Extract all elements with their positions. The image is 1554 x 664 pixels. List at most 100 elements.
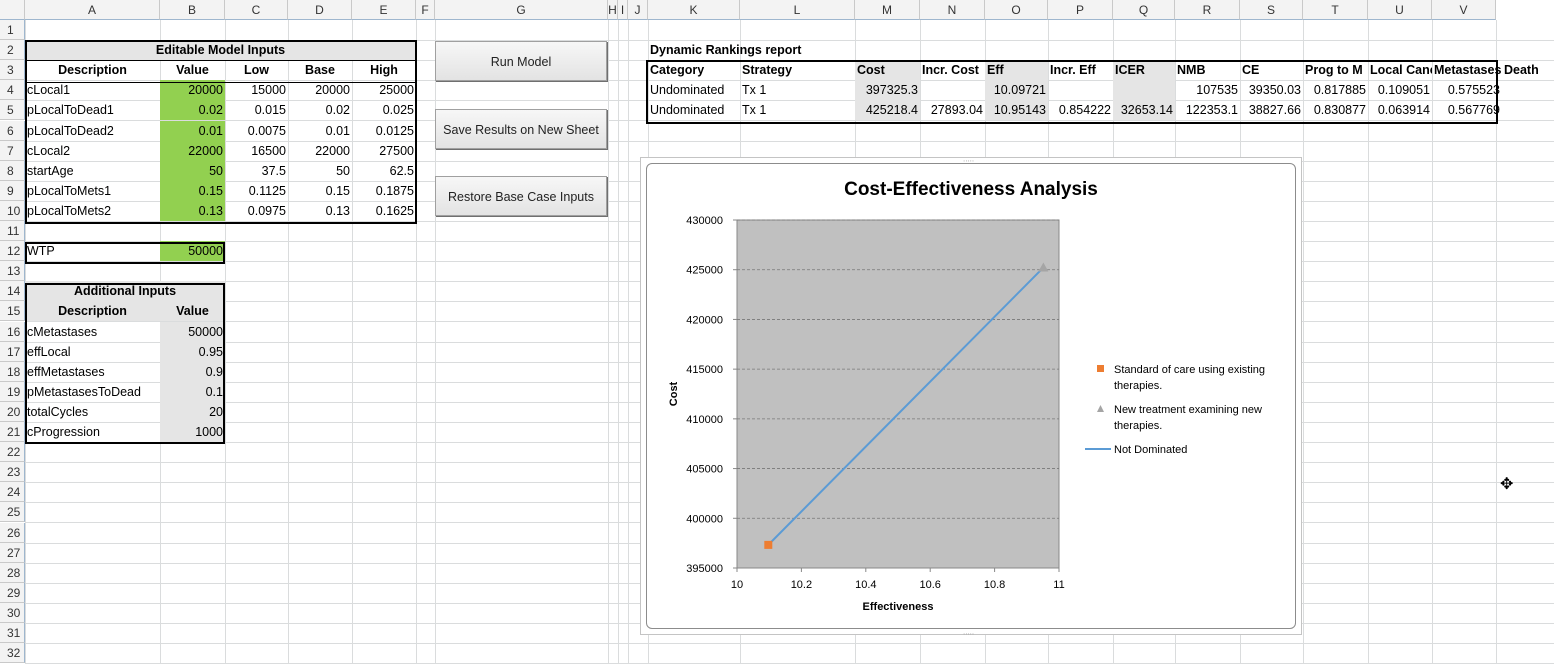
input-value-cell[interactable]: 0.01 <box>160 121 225 141</box>
row-header-24[interactable]: 24 <box>0 482 25 502</box>
input-value-cell[interactable]: 0.02 <box>160 100 225 120</box>
report-cell[interactable]: 397325.3 <box>855 80 920 100</box>
inputs-title[interactable]: Editable Model Inputs <box>25 40 416 60</box>
input-description-cell[interactable]: cLocal2 <box>25 141 160 161</box>
row-header-10[interactable]: 10 <box>0 201 25 221</box>
report-cell[interactable]: 425218.4 <box>855 100 920 120</box>
report-header-12[interactable]: Death <box>1502 60 1554 80</box>
row-header-13[interactable]: 13 <box>0 261 25 281</box>
report-header-10[interactable]: Local Canc <box>1368 60 1432 80</box>
report-cell[interactable]: 122353.1 <box>1175 100 1240 120</box>
report-cell[interactable]: Tx 1 <box>740 80 855 100</box>
input-value-cell[interactable]: 0.1625 <box>352 201 416 221</box>
input-value-cell[interactable]: 0.0125 <box>352 121 416 141</box>
row-header-30[interactable]: 30 <box>0 603 25 623</box>
report-header-11[interactable]: Metastases <box>1432 60 1502 80</box>
input-value-cell[interactable]: 22000 <box>160 141 225 161</box>
row-header-7[interactable]: 7 <box>0 141 25 161</box>
input-value-cell[interactable]: 0.15 <box>288 181 352 201</box>
row-header-32[interactable]: 32 <box>0 643 25 663</box>
input-value-cell[interactable]: 0.015 <box>225 100 288 120</box>
report-header-6[interactable]: ICER <box>1113 60 1175 80</box>
column-header-g[interactable]: G <box>435 0 608 20</box>
column-header-m[interactable]: M <box>855 0 920 20</box>
inputs-header[interactable]: Value <box>160 60 225 80</box>
report-header-2[interactable]: Cost <box>855 60 920 80</box>
row-header-3[interactable]: 3 <box>0 60 25 80</box>
save-results-button[interactable]: Save Results on New Sheet <box>435 109 607 149</box>
report-cell[interactable]: Tx 1 <box>740 100 855 120</box>
additional-value-cell[interactable]: 0.95 <box>160 342 225 362</box>
row-header-9[interactable]: 9 <box>0 181 25 201</box>
input-value-cell[interactable]: 16500 <box>225 141 288 161</box>
additional-value-cell[interactable]: 1000 <box>160 422 225 442</box>
column-header-e[interactable]: E <box>352 0 416 20</box>
row-header-23[interactable]: 23 <box>0 462 25 482</box>
additional-value-cell[interactable]: 20 <box>160 402 225 422</box>
input-value-cell[interactable]: 0.13 <box>288 201 352 221</box>
row-header-15[interactable]: 15 <box>0 301 25 321</box>
restore-base-case-button[interactable]: Restore Base Case Inputs <box>435 176 607 216</box>
input-description-cell[interactable]: pLocalToMets2 <box>25 201 160 221</box>
report-cell[interactable]: 0.575523 <box>1432 80 1502 100</box>
column-header-u[interactable]: U <box>1368 0 1432 20</box>
report-header-8[interactable]: CE <box>1240 60 1303 80</box>
column-header-a[interactable]: A <box>25 0 160 20</box>
column-header-h[interactable]: H <box>608 0 618 20</box>
input-value-cell[interactable]: 0.15 <box>160 181 225 201</box>
row-header-11[interactable]: 11 <box>0 221 25 241</box>
row-header-2[interactable]: 2 <box>0 40 25 60</box>
select-all-corner[interactable] <box>0 0 25 20</box>
row-header-6[interactable]: 6 <box>0 121 25 141</box>
input-value-cell[interactable]: 0.1875 <box>352 181 416 201</box>
additional-title[interactable]: Additional Inputs <box>25 281 225 301</box>
input-description-cell[interactable]: pLocalToMets1 <box>25 181 160 201</box>
input-value-cell[interactable]: 22000 <box>288 141 352 161</box>
column-header-s[interactable]: S <box>1240 0 1303 20</box>
report-cell[interactable]: 10.95143 <box>985 100 1048 120</box>
row-header-27[interactable]: 27 <box>0 543 25 563</box>
input-value-cell[interactable]: 50 <box>288 161 352 181</box>
report-cell[interactable]: 0.817885 <box>1303 80 1368 100</box>
row-header-17[interactable]: 17 <box>0 342 25 362</box>
input-value-cell[interactable]: 50 <box>160 161 225 181</box>
input-value-cell[interactable]: 0.025 <box>352 100 416 120</box>
additional-description-cell[interactable]: cProgression <box>25 422 160 442</box>
row-header-22[interactable]: 22 <box>0 442 25 462</box>
row-header-20[interactable]: 20 <box>0 402 25 422</box>
run-model-button[interactable]: Run Model <box>435 41 607 81</box>
row-header-18[interactable]: 18 <box>0 362 25 382</box>
row-header-26[interactable]: 26 <box>0 523 25 543</box>
additional-value-cell[interactable]: 0.9 <box>160 362 225 382</box>
additional-description-cell[interactable]: pMetastasesToDead <box>25 382 160 402</box>
column-header-p[interactable]: P <box>1048 0 1113 20</box>
row-header-29[interactable]: 29 <box>0 583 25 603</box>
additional-description-cell[interactable]: cMetastases <box>25 322 160 342</box>
additional-description-cell[interactable]: totalCycles <box>25 402 160 422</box>
report-cell[interactable]: 39350.03 <box>1240 80 1303 100</box>
column-header-k[interactable]: K <box>648 0 740 20</box>
row-header-1[interactable]: 1 <box>0 20 25 40</box>
input-description-cell[interactable]: pLocalToDead2 <box>25 121 160 141</box>
input-value-cell[interactable]: 0.02 <box>288 100 352 120</box>
column-header-j[interactable]: J <box>628 0 648 20</box>
report-cell[interactable]: 27893.04 <box>920 100 985 120</box>
report-header-5[interactable]: Incr. Eff <box>1048 60 1113 80</box>
report-cell[interactable]: 38827.66 <box>1240 100 1303 120</box>
input-value-cell[interactable]: 15000 <box>225 80 288 100</box>
input-value-cell[interactable]: 20000 <box>160 80 225 100</box>
report-cell[interactable]: 0.567769 <box>1432 100 1502 120</box>
report-cell[interactable]: Undominated <box>648 80 740 100</box>
row-header-16[interactable]: 16 <box>0 322 25 342</box>
column-header-c[interactable]: C <box>225 0 288 20</box>
inputs-header[interactable]: Low <box>225 60 288 80</box>
report-title[interactable]: Dynamic Rankings report <box>648 40 948 60</box>
row-header-12[interactable]: 12 <box>0 241 25 261</box>
row-header-8[interactable]: 8 <box>0 161 25 181</box>
row-header-25[interactable]: 25 <box>0 502 25 522</box>
input-description-cell[interactable]: cLocal1 <box>25 80 160 100</box>
input-value-cell[interactable]: 0.1125 <box>225 181 288 201</box>
row-header-14[interactable]: 14 <box>0 281 25 301</box>
inputs-header[interactable]: Base <box>288 60 352 80</box>
column-header-d[interactable]: D <box>288 0 352 20</box>
